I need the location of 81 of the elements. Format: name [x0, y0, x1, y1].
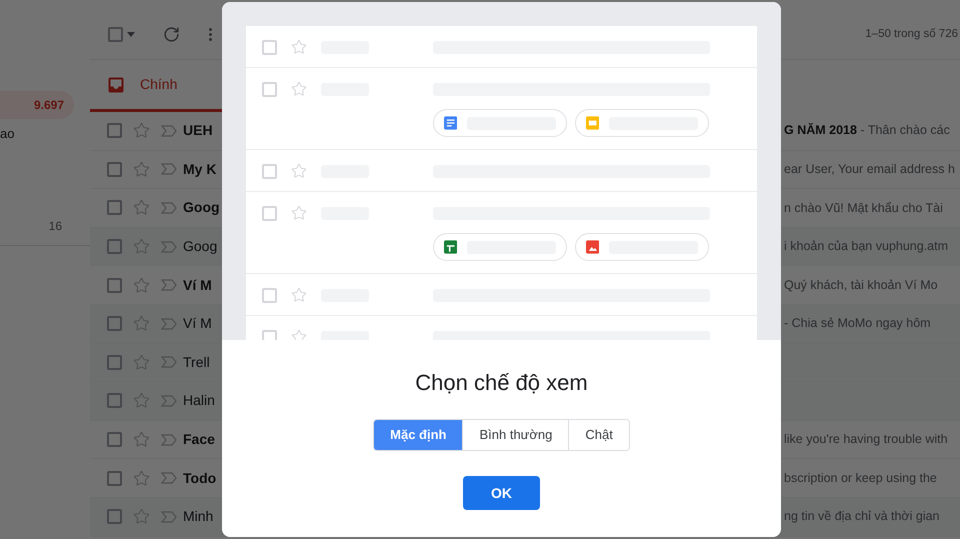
- email-snippet: n chào Vũ! Mật khẩu cho Tài: [784, 200, 943, 217]
- email-snippet: i khoản của bạn vuphung.atm: [784, 238, 948, 256]
- sender-name: Minh: [183, 507, 214, 526]
- email-snippet: G NĂM 2018 - Thân chào các: [784, 122, 950, 140]
- sender-name: Ví M: [183, 314, 212, 334]
- checkbox[interactable]: [107, 239, 122, 254]
- sender-name: Halin: [183, 391, 215, 410]
- inbox-nav-item[interactable]: 9.697: [0, 91, 74, 119]
- count: 16: [48, 218, 62, 235]
- important-marker-icon[interactable]: [161, 434, 177, 446]
- email-snippet: ear User, Your email address h: [784, 161, 955, 178]
- view-mode-option[interactable]: Mặc định: [374, 420, 462, 450]
- star-icon: [291, 39, 307, 55]
- important-marker-icon[interactable]: [161, 124, 177, 137]
- checkbox[interactable]: [107, 316, 122, 332]
- star-icon[interactable]: [133, 160, 150, 178]
- star-icon[interactable]: [133, 199, 150, 216]
- important-marker-icon[interactable]: [161, 240, 177, 253]
- email-snippet: like you're having trouble with: [784, 431, 948, 448]
- checkbox[interactable]: [107, 393, 122, 408]
- star-icon[interactable]: [133, 315, 150, 332]
- sender-name: Ví M: [183, 276, 212, 295]
- checkbox[interactable]: [107, 162, 122, 177]
- email-snippet: - Chia sẻ MoMo ngay hôm: [784, 315, 931, 332]
- checkbox-icon: [262, 164, 277, 178]
- view-mode-option[interactable]: Chật: [568, 420, 629, 450]
- sender-name: Goog: [183, 198, 220, 218]
- image-icon: [586, 240, 600, 254]
- checkbox-icon: [262, 206, 277, 220]
- checkbox[interactable]: [108, 27, 123, 42]
- important-marker-icon[interactable]: [161, 510, 177, 523]
- checkbox[interactable]: [107, 432, 122, 448]
- email-snippet: bscription or keep using the: [784, 470, 937, 487]
- nav-item[interactable]: ao: [0, 121, 14, 147]
- sender-name: UEH: [183, 121, 213, 140]
- checkbox-icon: [262, 82, 277, 96]
- star-icon[interactable]: [133, 122, 150, 140]
- important-marker-icon[interactable]: [161, 394, 177, 407]
- slides-icon: [586, 116, 600, 130]
- star-icon[interactable]: [133, 392, 150, 410]
- star-icon[interactable]: [133, 276, 150, 294]
- important-marker-icon[interactable]: [161, 202, 177, 214]
- checkbox[interactable]: [107, 200, 122, 216]
- email-snippet: Quý khách, tài khoản Ví Mo: [784, 276, 938, 294]
- star-icon[interactable]: [133, 431, 150, 448]
- email-snippet: ng tin về địa chỉ và thời gian: [784, 508, 940, 526]
- star-icon: [291, 205, 307, 221]
- document-icon: [444, 116, 458, 130]
- checkbox-icon: [262, 288, 277, 302]
- star-icon[interactable]: [133, 508, 150, 526]
- dialog-title: Chọn chế độ xem: [414, 369, 589, 397]
- checkbox[interactable]: [107, 278, 122, 293]
- checkbox[interactable]: [107, 354, 122, 370]
- inbox-icon: [108, 76, 124, 92]
- spreadsheet-icon: [444, 240, 458, 254]
- sender-name: Trell: [183, 352, 210, 372]
- refresh-icon[interactable]: [163, 26, 180, 43]
- important-marker-icon[interactable]: [161, 163, 177, 176]
- star-icon: [291, 163, 307, 179]
- unread-count: 9.697: [34, 97, 64, 114]
- ok-button[interactable]: OK: [463, 476, 540, 510]
- star-icon[interactable]: [133, 238, 150, 256]
- sender-name: My K: [183, 160, 216, 179]
- important-marker-icon[interactable]: [161, 356, 177, 368]
- checkbox-icon: [262, 40, 277, 54]
- page-range: 1–50 trong số 726: [865, 26, 958, 42]
- star-icon[interactable]: [133, 354, 150, 371]
- important-marker-icon[interactable]: [161, 318, 177, 330]
- star-icon: [291, 287, 307, 303]
- checkbox[interactable]: [107, 470, 122, 486]
- checkbox-icon: [262, 330, 277, 340]
- checkbox[interactable]: [107, 509, 122, 524]
- important-marker-icon[interactable]: [161, 472, 177, 484]
- caret-icon[interactable]: [127, 32, 135, 37]
- star-icon[interactable]: [133, 470, 150, 487]
- checkbox[interactable]: [107, 123, 122, 138]
- important-marker-icon[interactable]: [161, 279, 177, 292]
- sender-name: Face: [183, 430, 215, 450]
- sender-name: Todo: [183, 468, 216, 488]
- star-icon: [291, 81, 307, 97]
- sender-name: Goog: [183, 237, 218, 256]
